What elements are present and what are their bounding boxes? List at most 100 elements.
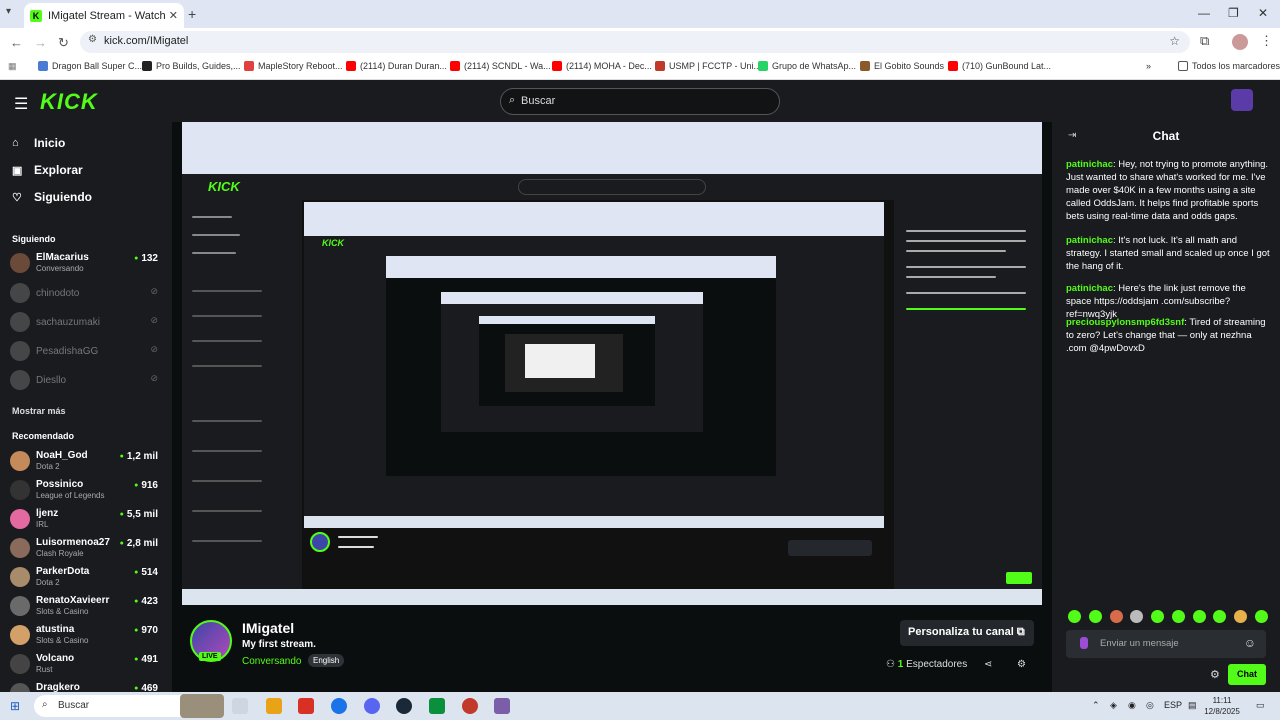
tray-overflow-icon[interactable]: ⌃ <box>1092 700 1100 711</box>
profile-avatar[interactable] <box>1232 34 1248 50</box>
bookmark-item[interactable]: MapleStory Reboot... <box>244 61 343 71</box>
tray-icon[interactable]: ◉ <box>1128 700 1136 711</box>
bookmark-item[interactable]: Dragon Ball Super C... <box>38 61 142 71</box>
show-more-link[interactable]: Mostrar más <box>12 406 66 416</box>
sidebar-channel[interactable]: NoaH_GodDota 2 1,2 mil <box>10 448 162 476</box>
close-window-icon[interactable]: ✕ <box>1258 6 1268 20</box>
site-info-icon[interactable]: ⚙ <box>88 34 97 45</box>
sidebar-channel[interactable]: ParkerDotaDota 2 514 <box>10 564 162 592</box>
brave-browser-icon[interactable] <box>298 698 314 714</box>
browser-tab[interactable]: K IMigatel Stream - Watch Live o ✕ <box>24 3 184 28</box>
viewers-label: Espectadores <box>906 659 968 670</box>
kick-logo[interactable]: KICK <box>40 89 98 115</box>
chrome-icon[interactable] <box>331 698 347 714</box>
new-tab-button[interactable]: + <box>188 6 196 22</box>
bookmark-item[interactable]: Pro Builds, Guides,... <box>142 61 241 71</box>
network-icon[interactable]: ▤ <box>1188 700 1197 711</box>
emoji-icon[interactable]: ☺ <box>1244 636 1256 650</box>
stream-category[interactable]: Conversando <box>242 656 301 667</box>
bookmark-favicon-icon <box>552 61 562 71</box>
browser-menu-icon[interactable]: ⋮ <box>1260 33 1273 49</box>
chat-send-button[interactable]: Chat <box>1228 664 1266 685</box>
file-explorer-icon[interactable] <box>266 698 282 714</box>
user-avatar[interactable] <box>1231 89 1253 111</box>
reload-icon[interactable]: ↻ <box>58 35 69 51</box>
close-tab-icon[interactable]: ✕ <box>169 9 178 22</box>
lang-indicator[interactable]: ESP <box>1164 700 1182 710</box>
captured-kick-logo: KICK <box>322 238 344 248</box>
extensions-icon[interactable]: ⧉ <box>1200 33 1209 49</box>
search-input[interactable]: ⌕ Buscar <box>500 88 780 115</box>
chat-username[interactable]: preciouspylonsmp6fd3snf <box>1066 317 1184 328</box>
bookmark-item[interactable]: El Gobito Sounds <box>860 61 944 71</box>
sidebar-channel[interactable]: PesadishaGG ⊘ <box>10 338 162 366</box>
steam-icon[interactable] <box>396 698 412 714</box>
emote-icon[interactable] <box>1234 610 1248 623</box>
sidebar-channel[interactable]: VolcanoRust 491 <box>10 651 162 679</box>
video-player[interactable]: KICK KICK <box>182 122 1042 605</box>
forward-icon[interactable]: → <box>34 35 47 50</box>
menu-icon[interactable]: ☰ <box>14 94 28 114</box>
bookmark-star-icon[interactable]: ☆ <box>1169 34 1180 48</box>
bookmark-item[interactable]: Grupo de WhatsAp... <box>758 61 856 71</box>
chat-username[interactable]: patinichac <box>1066 283 1113 294</box>
sidebar-channel[interactable]: PossinicoLeague of Legends 916 <box>10 477 162 505</box>
chat-username[interactable]: patinichac <box>1066 159 1113 170</box>
app-icon[interactable] <box>494 698 510 714</box>
emote-icon[interactable] <box>1088 610 1102 623</box>
windows-start-icon[interactable]: ⊞ <box>10 699 20 713</box>
notification-icon[interactable]: ▭ <box>1256 700 1265 711</box>
customize-channel-button[interactable]: Personaliza tu canal ⧉ <box>900 620 1034 646</box>
chat-username[interactable]: patinichac <box>1066 235 1113 246</box>
sidebar-channel[interactable]: Diesllo ⊘ <box>10 367 162 395</box>
bookmark-item[interactable]: USMP | FCCTP - Uni... <box>655 61 761 71</box>
viewer-count: 970 <box>134 625 158 636</box>
emote-icon[interactable] <box>1130 610 1144 623</box>
emote-icon[interactable] <box>1068 610 1081 623</box>
back-icon[interactable]: ← <box>10 35 23 50</box>
nav-home[interactable]: ⌂ Inicio <box>12 136 65 150</box>
all-bookmarks-folder[interactable]: Todos los marcadores <box>1178 61 1280 71</box>
bookmark-item[interactable]: (710) GunBound Lat... <box>948 61 1051 71</box>
tray-icon[interactable]: ◎ <box>1146 700 1154 711</box>
share-icon[interactable]: ⋖ <box>984 659 992 670</box>
sidebar-channel[interactable]: sachauzumaki ⊘ <box>10 309 162 337</box>
emote-icon[interactable] <box>1171 610 1185 623</box>
sidebar-channel[interactable]: chinodoto ⊘ <box>10 280 162 308</box>
bookmark-item[interactable]: (2114) MOHA - Dec... <box>552 61 652 71</box>
more-options-icon[interactable]: ⚙ <box>1017 659 1026 670</box>
tray-icon[interactable]: ◈ <box>1110 700 1117 711</box>
emote-icon[interactable] <box>1254 610 1268 623</box>
more-bookmarks-icon[interactable]: » <box>1146 61 1151 71</box>
apps-grid-icon[interactable]: ▦ <box>8 61 17 72</box>
sidebar-channel[interactable]: Dragkero 469 <box>10 680 162 692</box>
viewer-count: 132 <box>134 253 158 264</box>
restore-icon[interactable]: ❐ <box>1228 6 1239 20</box>
sidebar-channel[interactable]: ljenzIRL 5,5 mil <box>10 506 162 534</box>
emote-icon[interactable] <box>1192 610 1206 623</box>
sidebar-channel[interactable]: ElMacarius Conversando 132 <box>10 250 162 278</box>
task-view-icon[interactable] <box>232 698 248 714</box>
emote-icon[interactable] <box>1151 610 1165 623</box>
chat-settings-icon[interactable]: ⚙ <box>1210 668 1220 681</box>
nav-explore[interactable]: ▣ Explorar <box>12 163 83 177</box>
discord-icon[interactable] <box>364 698 380 714</box>
taskbar-clock[interactable]: 11:11 12/8/2025 <box>1200 695 1244 717</box>
bookmark-item[interactable]: (2114) Duran Duran... <box>346 61 447 71</box>
nav-following[interactable]: ♡ Siguiendo <box>12 190 92 204</box>
news-widget-image[interactable] <box>180 694 224 718</box>
streamer-name[interactable]: IMigatel <box>242 620 294 636</box>
app-icon[interactable] <box>429 698 445 714</box>
chat-message-input[interactable]: Enviar un mensaje ☺ <box>1066 630 1266 658</box>
tab-search-icon[interactable]: ▾ <box>6 6 11 17</box>
bookmark-item[interactable]: (2114) SCNDL - Wa... <box>450 61 551 71</box>
app-icon[interactable] <box>462 698 478 714</box>
sidebar-channel[interactable]: Luisormenoa27Clash Royale 2,8 mil <box>10 535 162 563</box>
sidebar-channel[interactable]: RenatoXavieerrSlots & Casino 423 <box>10 593 162 621</box>
minimize-icon[interactable]: — <box>1198 6 1210 20</box>
emote-icon[interactable] <box>1109 610 1123 623</box>
emote-icon[interactable] <box>1213 610 1227 623</box>
sidebar-channel[interactable]: atustinaSlots & Casino 970 <box>10 622 162 650</box>
language-tag[interactable]: English <box>308 654 345 667</box>
address-bar[interactable]: ⚙ kick.com/IMigatel ☆ <box>80 31 1190 53</box>
